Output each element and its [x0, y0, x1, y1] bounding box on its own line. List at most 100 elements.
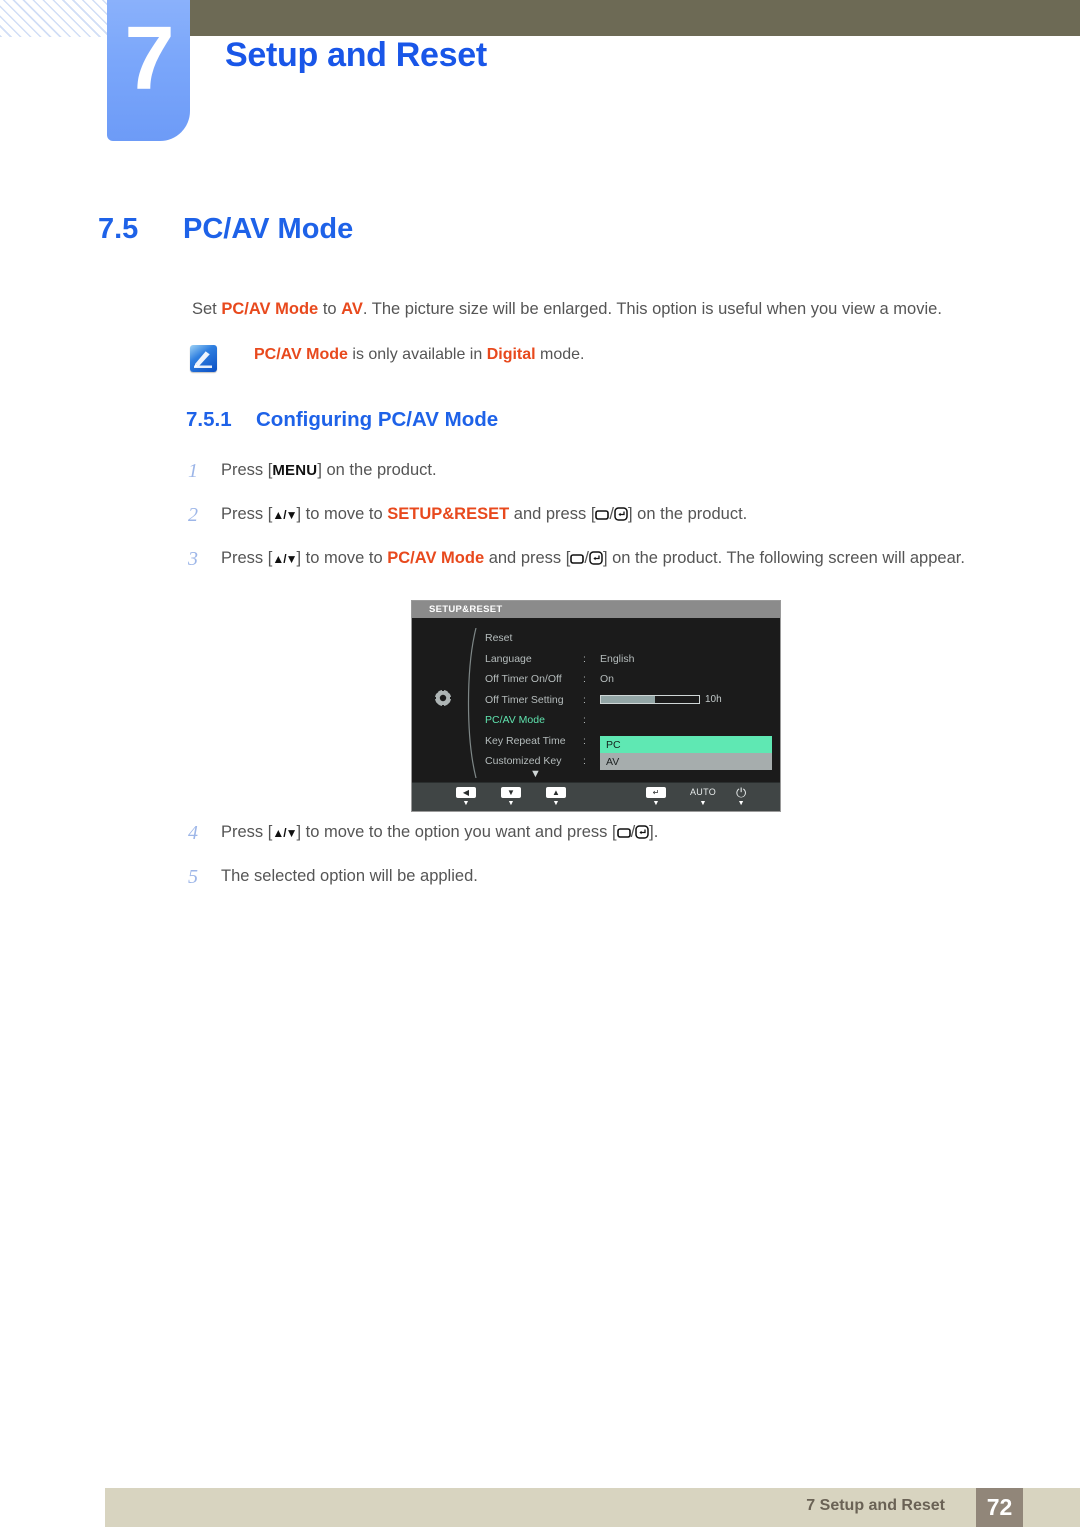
osd-row-off-timer-onoff[interactable]: Off Timer On/Off : On [485, 669, 775, 690]
source-button-icon [595, 504, 610, 529]
steps-list-continued: 4 Press [▲/▼] to move to the option you … [188, 820, 1008, 908]
step2-mid2: and press [ [509, 505, 596, 523]
intro-text-c: . The picture size will be enlarged. Thi… [362, 300, 942, 318]
enter-button-icon [635, 822, 649, 847]
note-keyword-pcav: PC/AV Mode [254, 346, 348, 363]
scroll-down-indicator-icon[interactable]: ▼ [530, 768, 541, 780]
button-tick-icon: ▼ [737, 800, 745, 807]
step-number: 5 [188, 866, 198, 888]
step2-post: ] on the product. [628, 505, 748, 523]
up-arrow-icon: ▲ [546, 787, 566, 798]
osd-colon: : [583, 673, 586, 686]
osd-button-left[interactable]: ◀ ▼ [456, 787, 476, 807]
step3-mid2: and press [ [484, 549, 571, 567]
updown-arrow-icon: ▲/▼ [272, 552, 297, 566]
step2-pre: Press [ [221, 505, 273, 523]
list-item: 4 Press [▲/▼] to move to the option you … [188, 820, 1008, 847]
step-text: Press [▲/▼] to move to the option you wa… [221, 820, 1008, 847]
section-number: 7.5 [98, 213, 139, 245]
step-text: Press [MENU] on the product. [221, 458, 1008, 485]
osd-label: Reset [485, 632, 513, 645]
osd-label: Off Timer On/Off [485, 673, 562, 686]
osd-button-down[interactable]: ▼ ▼ [501, 787, 521, 807]
button-tick-icon: ▼ [507, 800, 515, 807]
section-title: PC/AV Mode [183, 213, 354, 245]
osd-row-reset[interactable]: Reset [485, 628, 775, 649]
osd-colon: : [583, 734, 586, 747]
section-heading: 7.5 PC/AV Mode [98, 213, 353, 246]
osd-slider-wrap: 10h [600, 694, 775, 705]
step1-pre: Press [ [221, 461, 273, 479]
step3-keyword: PC/AV Mode [387, 549, 485, 567]
osd-label: Key Repeat Time [485, 734, 566, 747]
list-item: 2 Press [▲/▼] to move to SETUP&RESET and… [188, 502, 1008, 529]
osd-row-pcav-mode[interactable]: PC/AV Mode : [485, 710, 775, 731]
intro-text-a: Set [192, 300, 222, 318]
note-text: PC/AV Mode is only available in Digital … [232, 343, 585, 367]
osd-title-label: SETUP&RESET [429, 604, 503, 615]
intro-text-b: to [318, 300, 342, 318]
step-number: 3 [188, 548, 198, 570]
down-arrow-icon: ▼ [501, 787, 521, 798]
enter-icon: ↵ [646, 787, 666, 798]
step-text: Press [▲/▼] to move to PC/AV Mode and pr… [221, 546, 1008, 573]
step2-keyword: SETUP&RESET [387, 505, 510, 523]
osd-colon: : [583, 652, 586, 665]
steps-list: 1 Press [MENU] on the product. 2 Press [… [188, 458, 1008, 590]
source-button-icon [616, 822, 631, 847]
osd-value: English [600, 652, 635, 665]
note-callout: PC/AV Mode is only available in Digital … [190, 343, 1010, 372]
step4-mid: ] to move to the option you want and pre… [296, 823, 617, 841]
step2-mid: ] to move to [296, 505, 388, 523]
subsection-title: Configuring PC/AV Mode [256, 408, 499, 431]
osd-body: Reset Language : English Off Timer On/Of… [412, 618, 780, 783]
menu-key-label: MENU [272, 462, 318, 479]
osd-label: Customized Key [485, 755, 562, 768]
step4-post: ]. [649, 823, 659, 841]
osd-button-power[interactable]: ⏻ ▼ [736, 785, 747, 807]
footer-page-number: 72 [976, 1488, 1023, 1527]
step-number: 2 [188, 504, 198, 526]
step-text: The selected option will be applied. [221, 867, 478, 885]
off-timer-slider[interactable] [600, 695, 700, 705]
intro-paragraph: Set PC/AV Mode to AV. The picture size w… [192, 297, 1012, 323]
osd-row-language[interactable]: Language : English [485, 649, 775, 670]
osd-label: PC/AV Mode [485, 714, 545, 727]
intro-keyword-pcav: PC/AV Mode [221, 300, 319, 318]
power-icon: ⏻ [736, 785, 747, 800]
osd-button-up[interactable]: ▲ ▼ [546, 787, 566, 807]
note-text-end: mode. [535, 346, 585, 363]
step4-pre: Press [ [221, 823, 273, 841]
osd-colon: : [583, 693, 586, 706]
button-tick-icon: ▼ [699, 800, 707, 807]
osd-decorative-curve [462, 627, 482, 781]
subsection-number: 7.5.1 [186, 408, 232, 431]
list-item: 1 Press [MENU] on the product. [188, 458, 1008, 485]
osd-button-auto[interactable]: AUTO ▼ [690, 787, 716, 808]
button-tick-icon: ▼ [652, 800, 660, 807]
osd-button-enter[interactable]: ↵ ▼ [646, 787, 666, 807]
osd-label: Off Timer Setting [485, 693, 564, 706]
step-number: 4 [188, 822, 198, 844]
step-number: 1 [188, 460, 198, 482]
osd-control-bar: ◀ ▼ ▼ ▼ ▲ ▼ ↵ ▼ AUTO ▼ ⏻ ▼ [412, 782, 780, 811]
osd-value: On [600, 673, 615, 686]
note-text-mid: is only available in [347, 346, 487, 363]
dropdown-option-pc[interactable]: PC [600, 736, 772, 753]
chapter-number: 7 [124, 9, 174, 109]
updown-arrow-icon: ▲/▼ [272, 508, 297, 522]
enter-button-icon [589, 548, 603, 573]
osd-row-off-timer-setting[interactable]: Off Timer Setting : 10h [485, 690, 775, 711]
chapter-title: Setup and Reset [225, 36, 487, 74]
button-tick-icon: ▼ [462, 800, 470, 807]
slider-fill [601, 696, 655, 704]
dropdown-option-av[interactable]: AV [600, 753, 772, 770]
step-text: Press [▲/▼] to move to SETUP&RESET and p… [221, 502, 1008, 529]
osd-colon: : [583, 755, 586, 768]
osd-colon: : [583, 714, 586, 727]
decorative-hatch-pattern [0, 0, 107, 37]
note-keyword-digital: Digital [486, 346, 536, 363]
osd-label: Language [485, 652, 532, 665]
source-button-icon [570, 548, 585, 573]
pcav-mode-dropdown[interactable]: PC AV [600, 736, 772, 770]
